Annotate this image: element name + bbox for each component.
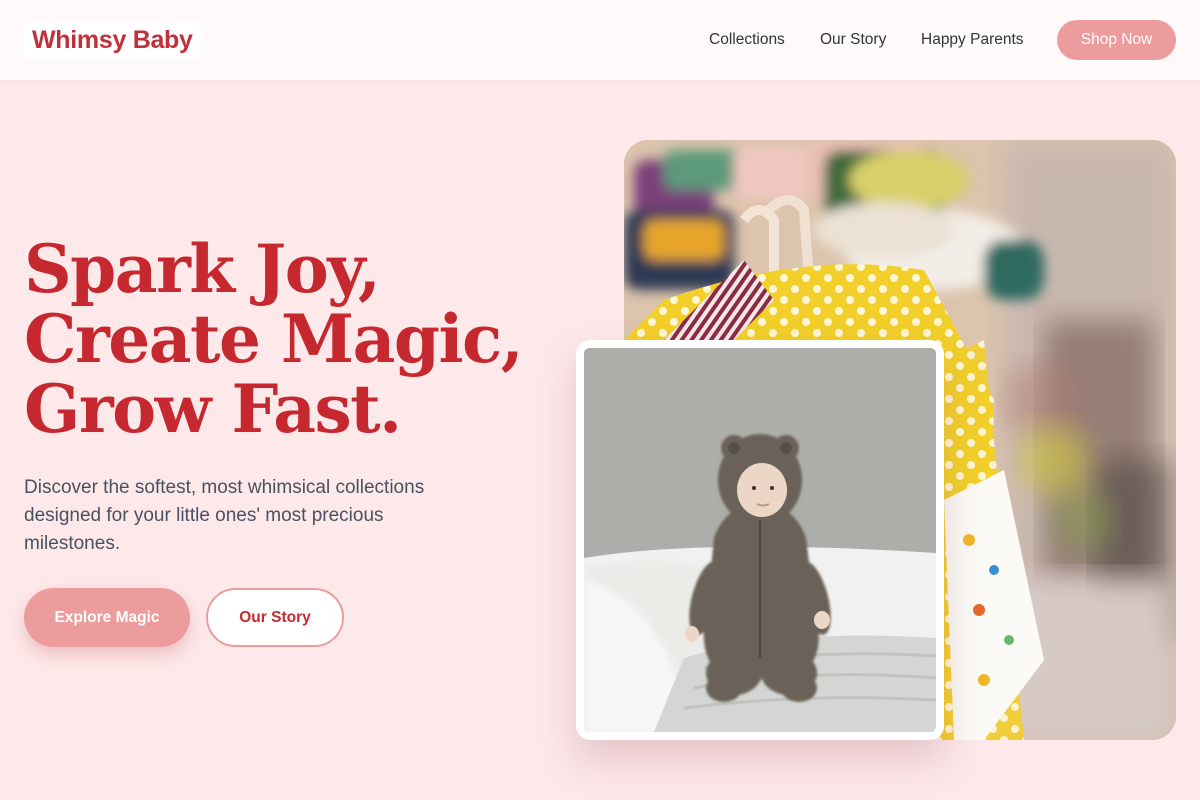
featured-photo-card bbox=[576, 340, 944, 740]
nav-link-our-story[interactable]: Our Story bbox=[820, 31, 886, 49]
headline-line-3: Grow Fast. bbox=[24, 370, 402, 448]
site-header: Whimsy Baby Collections Our Story Happy … bbox=[0, 0, 1200, 80]
nav-link-happy-parents[interactable]: Happy Parents bbox=[921, 31, 1024, 49]
our-story-button[interactable]: Our Story bbox=[206, 588, 344, 647]
headline-line-1: Spark Joy, bbox=[24, 230, 381, 308]
nav-link-collections[interactable]: Collections bbox=[709, 31, 785, 49]
headline-line-2: Create Magic, bbox=[24, 300, 524, 378]
baby-bear-suit-illustration bbox=[584, 348, 936, 732]
shop-now-button[interactable]: Shop Now bbox=[1057, 20, 1176, 60]
hero-subtitle: Discover the softest, most whimsical col… bbox=[24, 477, 425, 554]
explore-magic-button[interactable]: Explore Magic bbox=[24, 588, 190, 647]
baby-in-bear-suit-photo bbox=[584, 348, 936, 732]
hero-headline: Spark Joy, Create Magic, Grow Fast. bbox=[24, 234, 564, 444]
brand-logo[interactable]: Whimsy Baby bbox=[24, 22, 201, 59]
